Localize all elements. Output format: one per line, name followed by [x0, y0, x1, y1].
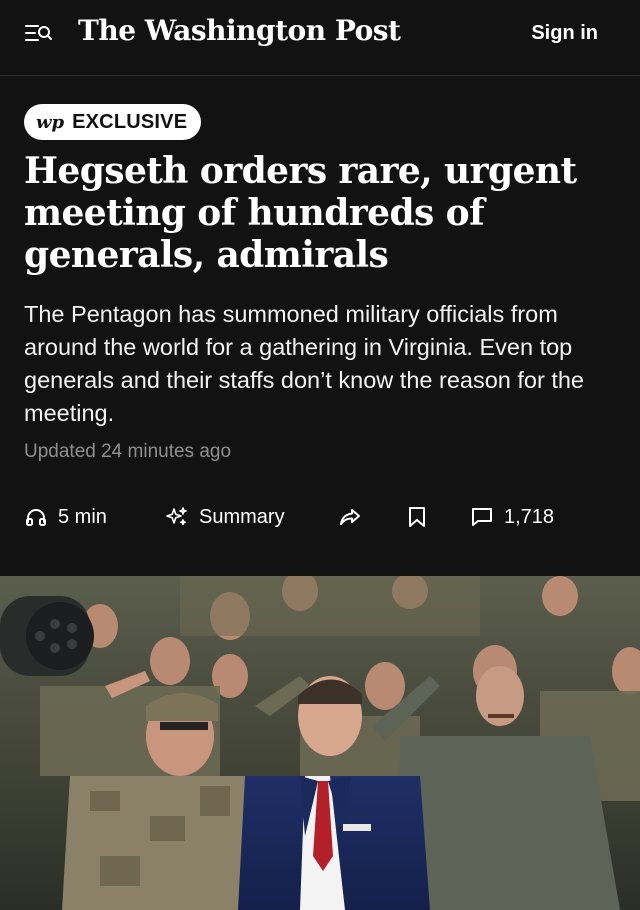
lead-photo-image — [0, 576, 640, 910]
article-actions: 5 min Summary 1,718 — [24, 500, 624, 534]
comments-count: 1,718 — [504, 505, 555, 528]
save-button[interactable] — [406, 500, 428, 534]
comments-button[interactable]: 1,718 — [470, 500, 554, 534]
headphones-icon — [24, 505, 48, 529]
updated-timestamp: Updated 24 minutes ago — [24, 441, 232, 462]
badge-label: EXCLUSIVE — [72, 110, 188, 133]
article-dek: The Pentagon has summoned military offic… — [24, 301, 584, 426]
listen-button[interactable]: 5 min — [24, 500, 107, 534]
comment-icon — [470, 505, 494, 529]
listen-duration: 5 min — [58, 505, 107, 528]
summary-button[interactable]: Summary — [165, 500, 285, 534]
lead-photo[interactable] — [0, 576, 640, 910]
menu-search-icon[interactable] — [24, 22, 54, 46]
wp-logo-icon: wp — [36, 111, 65, 133]
bookmark-icon — [406, 505, 428, 529]
article-headline[interactable]: Hegseth orders rare, urgent meeting of h… — [24, 150, 624, 276]
exclusive-badge: wp EXCLUSIVE — [24, 104, 202, 140]
site-logo[interactable]: The Washington Post — [78, 14, 401, 47]
summary-label: Summary — [199, 505, 285, 528]
sparkle-icon — [165, 505, 189, 529]
share-icon — [338, 505, 362, 529]
site-header: The Washington Post Sign in — [0, 0, 640, 76]
share-button[interactable] — [338, 500, 362, 534]
sign-in-button[interactable]: Sign in — [531, 22, 598, 45]
